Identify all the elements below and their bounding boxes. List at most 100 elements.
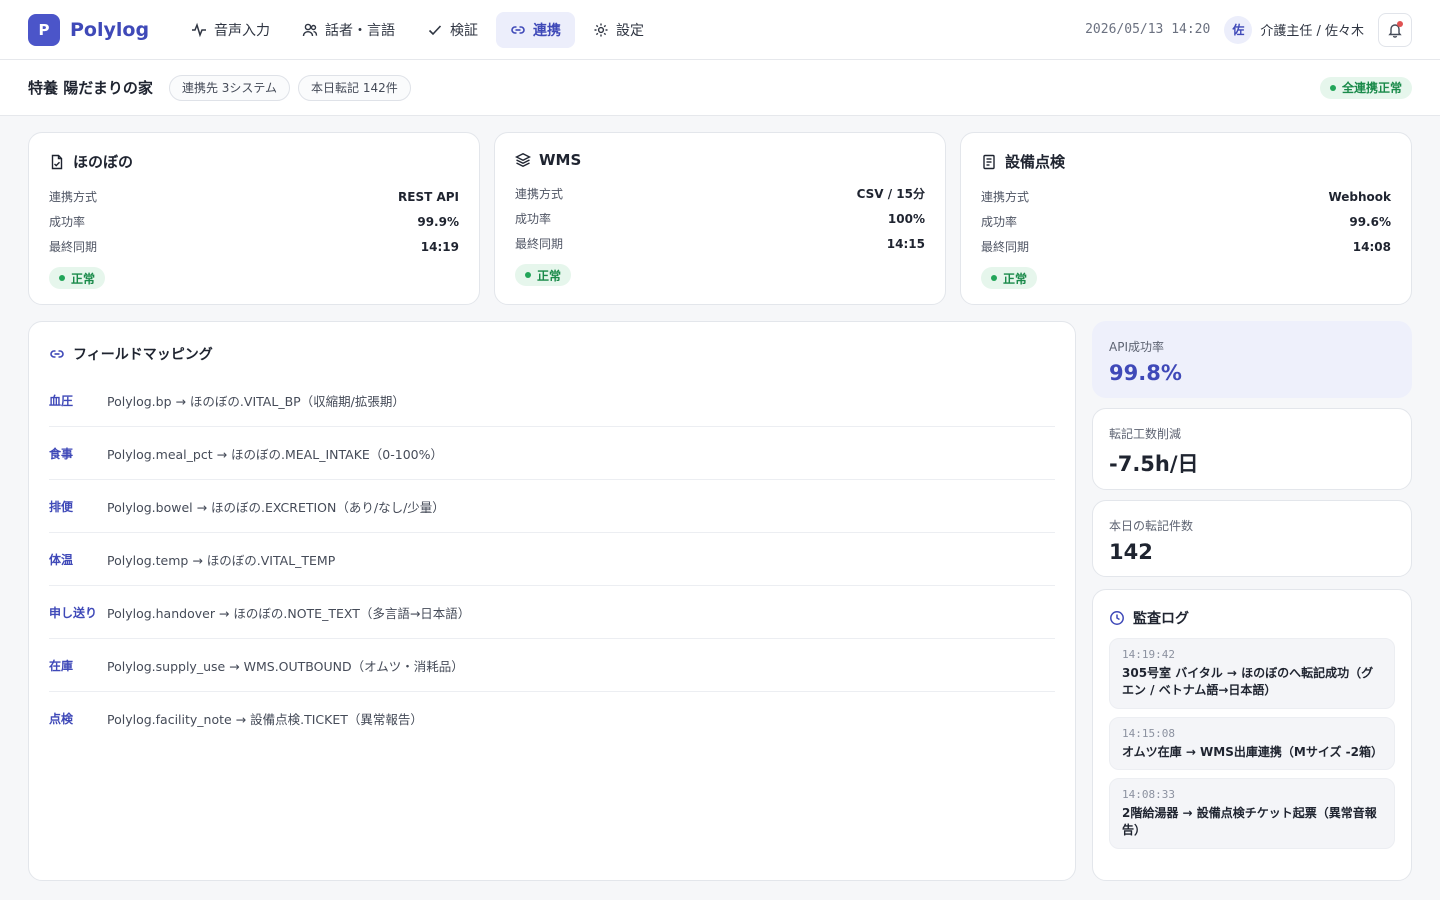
log-text: 2階給湯器 → 設備点検チケット起票（異常音報告） xyxy=(1122,806,1377,838)
link-icon xyxy=(50,350,64,358)
system-name: ほのぼの xyxy=(73,153,134,171)
mapping-key: 排便 xyxy=(49,499,74,514)
system-row: 成功率 99.6% xyxy=(981,209,1391,234)
row-label: 連携方式 xyxy=(981,190,1030,204)
log-time: 14:15:08 xyxy=(1122,726,1175,740)
mapping-key: 点検 xyxy=(49,712,74,726)
row-value: Webhook xyxy=(1328,189,1391,204)
mapping-row[interactable]: 申し送り Polylog.handover → ほのぼの.NOTE_TEXT（多言… xyxy=(49,586,1055,639)
user-name: 介護主任 / 佐々木 xyxy=(1260,24,1364,39)
logo[interactable]: P Polylog xyxy=(28,13,150,46)
activity-icon xyxy=(192,22,207,37)
system-row: 連携方式 Webhook xyxy=(981,184,1391,209)
kpi-label: API成功率 xyxy=(1109,340,1164,354)
nav-settings[interactable]: 設定 xyxy=(579,12,658,48)
nav-label: 話者・言語 xyxy=(325,22,396,39)
mapping-row[interactable]: 体温 Polylog.temp → ほのぼの.VITAL_TEMP xyxy=(49,533,1055,586)
row-label: 連携方式 xyxy=(49,190,98,204)
kpi-transcription-count: 本日の転記件数 142 xyxy=(1092,500,1412,577)
current-datetime: 2026/05/13 14:20 xyxy=(1085,22,1211,37)
check-icon xyxy=(428,24,442,35)
nav-integration[interactable]: 連携 xyxy=(496,11,576,48)
logo-mark: P xyxy=(28,13,60,46)
status-badge: 正常 xyxy=(49,267,106,289)
mapping-value: Polylog.bowel → ほのぼの.EXCRETION（あり/なし/少量） xyxy=(107,499,445,515)
status-badge: 正常 xyxy=(515,264,572,286)
system-row: 成功率 100% xyxy=(515,206,925,231)
facility-bar: 特養 陽だまりの家 連携先 3システム 本日転記 142件 全連携正常 xyxy=(0,60,1440,116)
system-card-header: 設備点検 xyxy=(981,151,1391,172)
log-time: 14:19:42 xyxy=(1122,648,1175,661)
user-menu[interactable]: 佐 介護主任 / 佐々木 xyxy=(1224,15,1364,44)
nav-verify[interactable]: 検証 xyxy=(413,12,492,48)
row-label: 最終同期 xyxy=(49,240,98,254)
avatar: 佐 xyxy=(1224,15,1253,44)
overall-status-text: 全連携正常 xyxy=(1341,81,1402,95)
log-text: 305号室 バイタル → ほのぼのへ転記成功（グエン / ベトナム語→日本語） xyxy=(1122,666,1374,697)
status-text: 正常 xyxy=(1003,271,1028,286)
log-text: オムツ在庫 → WMS出庫連携（Mサイズ -2箱） xyxy=(1122,744,1383,759)
row-value: CSV / 15分 xyxy=(856,187,925,201)
mapping-row[interactable]: 在庫 Polylog.supply_use → WMS.OUTBOUND（オムツ・… xyxy=(49,639,1055,692)
kpi-value: 99.8% xyxy=(1109,361,1182,385)
system-row: 最終同期 14:15 xyxy=(515,231,925,256)
clock-icon xyxy=(1110,611,1124,625)
overall-status-badge: 全連携正常 xyxy=(1319,76,1412,99)
mapping-row[interactable]: 点検 Polylog.facility_note → 設備点検.TICKET（異常… xyxy=(49,692,1055,745)
brand-name: Polylog xyxy=(70,18,150,41)
nav-label: 設定 xyxy=(616,22,645,39)
chip-transcribed: 本日転記 142件 xyxy=(298,74,411,101)
notification-dot xyxy=(1397,20,1403,27)
mapping-value: Polylog.meal_pct → ほのぼの.MEAL_INTAKE（0-10… xyxy=(107,446,443,462)
mapping-key: 食事 xyxy=(49,446,74,461)
mapping-key: 体温 xyxy=(49,552,74,567)
facility-name: 特養 陽だまりの家 xyxy=(28,79,153,97)
layers-icon xyxy=(515,153,531,167)
system-row: 成功率 99.9% xyxy=(49,209,459,234)
system-name: 設備点検 xyxy=(1005,153,1066,171)
audit-log-item[interactable]: 14:19:42 305号室 バイタル → ほのぼのへ転記成功（グエン / ベト… xyxy=(1109,638,1395,709)
row-label: 成功率 xyxy=(49,215,86,229)
mapping-value: Polylog.bp → ほのぼの.VITAL_BP（収縮期/拡張期） xyxy=(107,393,405,409)
row-value: 99.6% xyxy=(1349,214,1391,229)
mapping-row[interactable]: 食事 Polylog.meal_pct → ほのぼの.MEAL_INTAKE（0-… xyxy=(49,427,1055,480)
status-text: 正常 xyxy=(537,268,562,283)
system-row: 最終同期 14:08 xyxy=(981,234,1391,259)
status-badge: 正常 xyxy=(981,267,1038,289)
chip-systems: 連携先 3システム xyxy=(168,74,291,101)
row-label: 成功率 xyxy=(981,215,1018,229)
gear-icon xyxy=(594,23,608,36)
row-label: 最終同期 xyxy=(981,240,1030,254)
system-name: WMS xyxy=(539,151,582,169)
audit-log-item[interactable]: 14:15:08 オムツ在庫 → WMS出庫連携（Mサイズ -2箱） xyxy=(1109,716,1395,771)
row-value: 14:15 xyxy=(886,236,925,251)
system-card-wms[interactable]: WMS 連携方式 CSV / 15分 成功率 100% 最終同期 14:15 正常 xyxy=(494,132,946,305)
mapping-key: 申し送り xyxy=(49,605,98,620)
system-card-facility-inspection[interactable]: 設備点検 連携方式 Webhook 成功率 99.6% 最終同期 14:08 正常 xyxy=(960,132,1412,305)
nav-label: 検証 xyxy=(450,22,479,39)
mapping-row[interactable]: 血圧 Polylog.bp → ほのぼの.VITAL_BP（収縮期/拡張期） xyxy=(49,374,1055,427)
clipboard-icon xyxy=(983,154,995,169)
header-right: 2026/05/13 14:20 佐 介護主任 / 佐々木 xyxy=(1085,12,1412,47)
mapping-row[interactable]: 排便 Polylog.bowel → ほのぼの.EXCRETION（あり/なし/少… xyxy=(49,480,1055,533)
system-row: 連携方式 REST API xyxy=(49,184,459,209)
nav-voice-input[interactable]: 音声入力 xyxy=(177,12,284,48)
system-card-header: ほのぼの xyxy=(49,151,459,172)
system-card-header: WMS xyxy=(515,151,925,169)
panel-title: フィールドマッピング xyxy=(73,347,213,363)
kpi-workload-reduction: 転記工数削減 -7.5h/日 xyxy=(1092,408,1412,490)
row-label: 成功率 xyxy=(515,212,552,226)
audit-log-item[interactable]: 14:08:33 2階給湯器 → 設備点検チケット起票（異常音報告） xyxy=(1109,778,1395,849)
kpi-value: -7.5h/日 xyxy=(1109,452,1199,476)
system-row: 最終同期 14:19 xyxy=(49,234,459,259)
mapping-value: Polylog.temp → ほのぼの.VITAL_TEMP xyxy=(107,552,336,568)
mapping-value: Polylog.supply_use → WMS.OUTBOUND（オムツ・消耗… xyxy=(107,658,464,674)
mapping-value: Polylog.handover → ほのぼの.NOTE_TEXT（多言語→日本… xyxy=(107,605,471,621)
status-text: 正常 xyxy=(71,271,96,286)
system-card-honobono[interactable]: ほのぼの 連携方式 REST API 成功率 99.9% 最終同期 14:19 正常 xyxy=(28,132,480,305)
status-dot xyxy=(1329,84,1336,91)
nav-speaker-language[interactable]: 話者・言語 xyxy=(288,12,409,48)
kpi-label: 本日の転記件数 xyxy=(1109,519,1194,533)
notification-button[interactable] xyxy=(1378,12,1412,47)
log-time: 14:08:33 xyxy=(1122,788,1175,802)
